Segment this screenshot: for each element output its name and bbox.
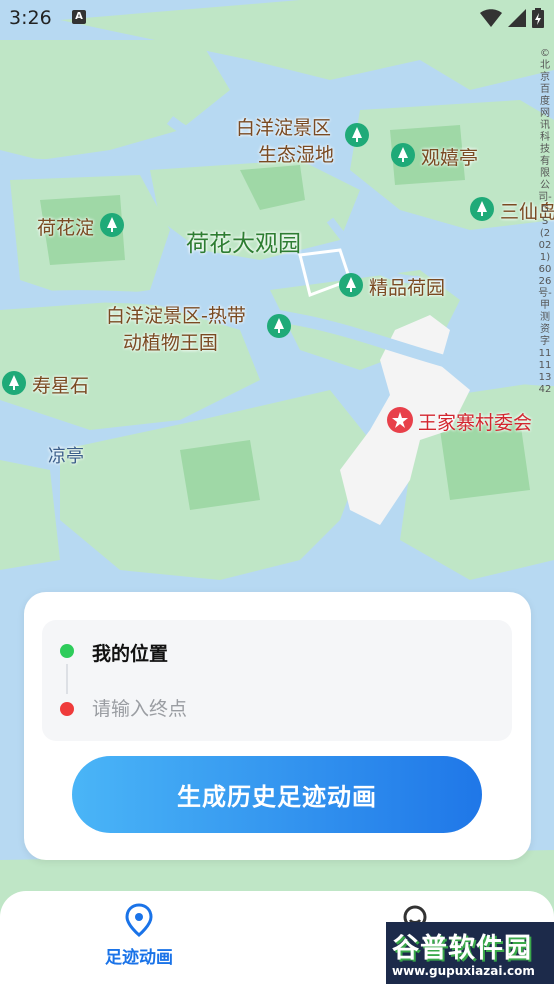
scenic-pin-icon bbox=[389, 142, 417, 170]
tab-label: 足迹动画 bbox=[105, 948, 173, 968]
scenic-pin-icon bbox=[337, 272, 365, 300]
poi-label: 寿星石 bbox=[32, 374, 90, 397]
status-bar: 3:26 A bbox=[0, 0, 554, 36]
tab-footprint-animation[interactable]: 足迹动画 bbox=[79, 903, 199, 973]
watermark: 谷普软件园 www.gupuxiazai.com bbox=[386, 922, 554, 984]
scenic-pin-icon[interactable] bbox=[265, 313, 293, 341]
poi-wangjiazhai[interactable]: 王家寨村委会 bbox=[386, 407, 532, 435]
poi-baiyangdian-wetland[interactable]: 白洋淀景区 生态湿地 bbox=[236, 113, 334, 167]
end-dot-icon bbox=[60, 702, 74, 716]
poi-hehuadian[interactable]: 荷花淀 bbox=[37, 212, 126, 240]
wifi-icon bbox=[480, 9, 502, 27]
poi-label: 白洋淀景区 bbox=[236, 117, 332, 139]
scenic-pin-icon[interactable] bbox=[343, 122, 371, 150]
watermark-title: 谷普软件园 bbox=[392, 933, 532, 964]
battery-icon bbox=[532, 8, 544, 28]
place-label-liangting: 凉亭 bbox=[48, 446, 84, 467]
destination-input[interactable] bbox=[92, 694, 472, 724]
poi-label: 荷花淀 bbox=[37, 216, 95, 239]
status-time: 3:26 bbox=[9, 7, 52, 29]
notification-icon: A bbox=[72, 10, 86, 24]
route-connector bbox=[66, 664, 68, 694]
watermark-url: www.gupuxiazai.com bbox=[392, 964, 535, 978]
poi-tropical-kingdom[interactable]: 白洋淀景区-热带 动植物王国 bbox=[106, 301, 246, 355]
route-input-box: 我的位置 bbox=[42, 620, 512, 741]
poi-label: 精品荷园 bbox=[369, 276, 446, 299]
poi-label: 观嬉亭 bbox=[421, 146, 479, 169]
poi-jingpin-heyuan[interactable]: 精品荷园 bbox=[337, 272, 445, 300]
poi-shouxingshi[interactable]: 寿星石 bbox=[0, 370, 89, 398]
signal-icon bbox=[508, 9, 526, 27]
poi-label: 动植物王国 bbox=[122, 332, 218, 354]
start-dot-icon bbox=[60, 644, 74, 658]
scenic-pin-icon bbox=[98, 212, 126, 240]
start-location[interactable]: 我的位置 bbox=[92, 639, 168, 666]
route-card: 我的位置 生成历史足迹动画 bbox=[24, 592, 531, 860]
poi-label: 白洋淀景区-热带 bbox=[106, 305, 246, 327]
poi-label: 王家寨村委会 bbox=[418, 411, 533, 434]
scenic-pin-icon bbox=[0, 370, 28, 398]
status-icons bbox=[480, 8, 544, 28]
poi-label: 生态湿地 bbox=[258, 144, 335, 166]
location-pin-icon bbox=[125, 903, 153, 937]
poi-guanxiting[interactable]: 观嬉亭 bbox=[389, 142, 478, 170]
government-pin-icon bbox=[386, 407, 414, 435]
area-label-hehua-daguanyuan: 荷花大观园 bbox=[186, 231, 301, 257]
generate-animation-button[interactable]: 生成历史足迹动画 bbox=[72, 756, 482, 833]
scenic-pin-icon bbox=[468, 196, 496, 224]
map-copyright: ©北京百度网讯科技有限公司-GS(2021)6026号-甲测资字11111342 bbox=[538, 48, 552, 395]
